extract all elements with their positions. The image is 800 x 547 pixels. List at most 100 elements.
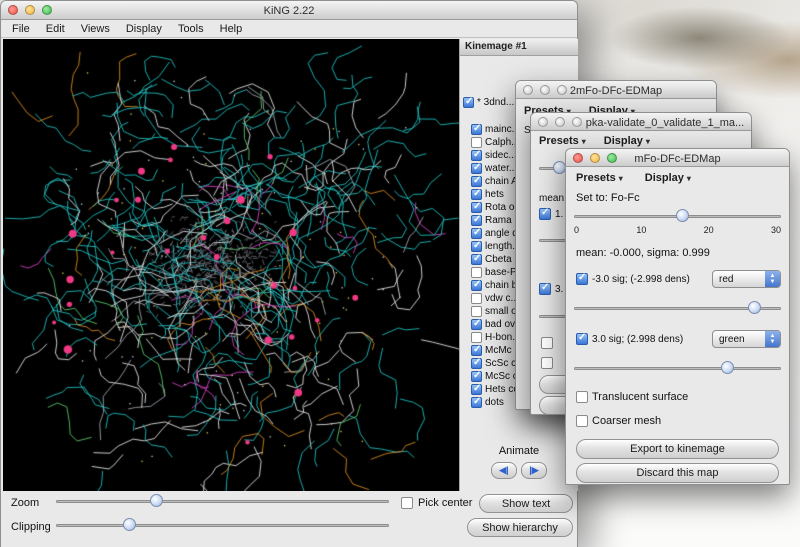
low-contour-slider[interactable] [574, 301, 781, 315]
clipping-slider[interactable] [56, 518, 389, 532]
group-checkbox[interactable] [471, 319, 482, 330]
group-checkbox[interactable] [471, 228, 482, 239]
group-checkbox[interactable] [471, 189, 482, 200]
low-contour-checkbox[interactable] [576, 273, 588, 285]
menu-views[interactable]: Views [73, 23, 118, 35]
molecule-viewport[interactable] [3, 39, 459, 491]
translucent-checkbox[interactable] [576, 391, 588, 403]
translucent-checkbox[interactable] [541, 337, 553, 349]
window-title: 2mFo-DFc-EDMap [570, 85, 662, 97]
edmap-back-titlebar[interactable]: 2mFo-DFc-EDMap [516, 81, 716, 99]
display-menu[interactable]: Display▾ [645, 172, 691, 184]
group-label: chain A [485, 176, 518, 187]
low-contour-checkbox[interactable] [539, 208, 551, 220]
window-title: KiNG 2.22 [264, 5, 315, 17]
level-slider[interactable] [574, 209, 781, 223]
group-checkbox[interactable] [471, 332, 482, 343]
low-slider-thumb[interactable] [748, 301, 761, 314]
presets-menu[interactable]: Presets▾ [576, 172, 623, 184]
group-checkbox[interactable] [471, 163, 482, 174]
zoom-window-button[interactable] [557, 85, 567, 95]
group-checkbox[interactable] [471, 280, 482, 291]
slider-track[interactable] [574, 367, 781, 370]
menu-display[interactable]: Display [118, 23, 170, 35]
group-checkbox[interactable] [471, 215, 482, 226]
minimize-button[interactable] [25, 5, 35, 15]
mean-sigma-text: mean: [539, 193, 567, 204]
zoom-window-button[interactable] [42, 5, 52, 15]
level-slider-thumb[interactable] [676, 209, 689, 222]
animate-forward-button[interactable]: |▶ [521, 462, 547, 479]
group-checkbox[interactable] [471, 241, 482, 252]
molecule-canvas[interactable] [3, 39, 459, 491]
group-checkbox[interactable] [471, 306, 482, 317]
desktop: KiNG 2.22 FileEditViewsDisplayToolsHelp … [0, 0, 800, 547]
close-button[interactable] [538, 117, 548, 127]
popup-arrows-icon: ▲▼ [765, 331, 780, 347]
main-titlebar[interactable]: KiNG 2.22 [1, 1, 577, 20]
high-contour-label: 3.0 sig; (2.998 dens) [592, 334, 683, 345]
dropdown-arrow-icon: ▾ [619, 174, 623, 183]
tick-label: 20 [704, 225, 714, 235]
zoom-slider-thumb[interactable] [150, 494, 163, 507]
menu-edit[interactable]: Edit [38, 23, 73, 35]
clipping-slider-track[interactable] [56, 524, 389, 527]
pick-center-label: Pick center [418, 497, 472, 509]
menu-tools[interactable]: Tools [170, 23, 212, 35]
coarser-checkbox[interactable] [576, 415, 588, 427]
close-button[interactable] [523, 85, 533, 95]
group-checkbox[interactable] [471, 176, 482, 187]
high-slider-thumb[interactable] [721, 361, 734, 374]
zoom-slider-track[interactable] [56, 500, 389, 503]
group-checkbox[interactable] [471, 254, 482, 265]
menu-help[interactable]: Help [212, 23, 251, 35]
minimize-button[interactable] [590, 153, 600, 163]
group-checkbox[interactable] [471, 358, 482, 369]
minimize-button[interactable] [555, 117, 565, 127]
zoom-window-button[interactable] [607, 153, 617, 163]
high-color-value: green [713, 334, 765, 345]
group-checkbox[interactable] [471, 267, 482, 278]
high-contour-label: 3. [555, 284, 563, 295]
dropdown-arrow-icon: ▾ [646, 137, 650, 146]
group-checkbox[interactable] [471, 345, 482, 356]
group-checkbox[interactable] [471, 397, 482, 408]
high-contour-slider[interactable] [574, 361, 781, 375]
presets-menu[interactable]: Presets▾ [539, 135, 586, 147]
high-color-dropdown[interactable]: green ▲▼ [712, 330, 781, 348]
low-color-dropdown[interactable]: red ▲▼ [712, 270, 781, 288]
edmap-middle-titlebar[interactable]: pka-validate_0_validate_1_ma... [531, 113, 751, 131]
pick-center-checkbox[interactable] [401, 497, 413, 509]
close-button[interactable] [573, 153, 583, 163]
translucent-label: Translucent surface [592, 391, 688, 403]
group-checkbox[interactable] [463, 97, 474, 108]
high-contour-checkbox[interactable] [576, 333, 588, 345]
close-button[interactable] [8, 5, 18, 15]
group-label: water... [485, 163, 517, 174]
zoom-window-button[interactable] [572, 117, 582, 127]
group-checkbox[interactable] [471, 137, 482, 148]
group-checkbox[interactable] [471, 293, 482, 304]
group-checkbox[interactable] [471, 384, 482, 395]
clipping-slider-thumb[interactable] [123, 518, 136, 531]
low-contour-label: 1. [555, 209, 563, 220]
minimize-button[interactable] [540, 85, 550, 95]
discard-map-button[interactable]: Discard this map [576, 463, 779, 483]
group-checkbox[interactable] [471, 202, 482, 213]
popup-arrows-icon: ▲▼ [765, 271, 780, 287]
group-checkbox[interactable] [471, 124, 482, 135]
animate-back-button[interactable]: ◀| [491, 462, 517, 479]
edmap-front-titlebar[interactable]: mFo-DFc-EDMap [566, 149, 789, 167]
high-contour-checkbox[interactable] [539, 283, 551, 295]
zoom-slider[interactable] [56, 494, 389, 508]
level-ticks: 0102030 [574, 225, 781, 235]
export-to-kinemage-button[interactable]: Export to kinemage [576, 439, 779, 459]
coarser-checkbox[interactable] [541, 357, 553, 369]
menu-file[interactable]: File [4, 23, 38, 35]
group-checkbox[interactable] [471, 150, 482, 161]
display-menu[interactable]: Display▾ [604, 135, 650, 147]
group-checkbox[interactable] [471, 371, 482, 382]
show-hierarchy-button[interactable]: Show hierarchy [467, 518, 573, 537]
step-forward-icon: |▶ [529, 465, 538, 476]
show-text-button[interactable]: Show text [479, 494, 573, 513]
